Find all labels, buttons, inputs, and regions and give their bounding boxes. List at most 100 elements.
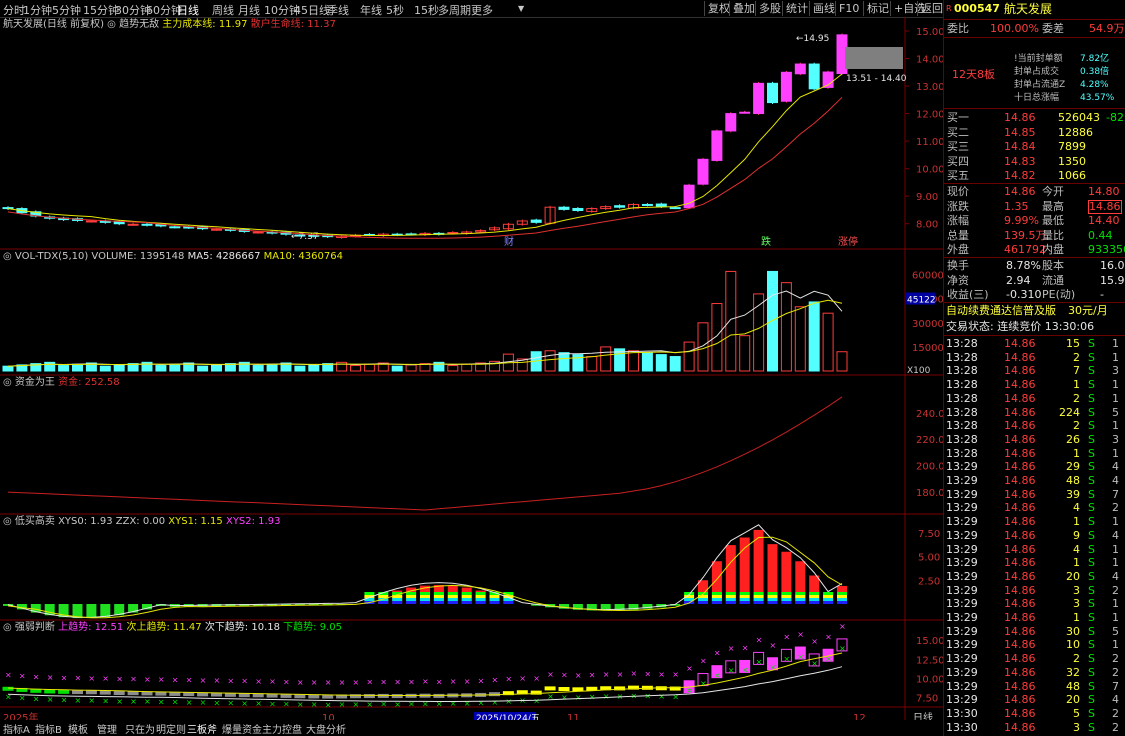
- volume-bar: [558, 352, 570, 372]
- bs-bar-band: [433, 598, 444, 601]
- period-tab-12[interactable]: 年线: [360, 2, 382, 18]
- candle-body: [767, 82, 778, 104]
- toolbar-btn-4[interactable]: 画线: [809, 1, 838, 16]
- toolbar-btn-6[interactable]: 标记: [863, 1, 892, 16]
- promo-link[interactable]: 自动续费通达信普及版: [946, 304, 1056, 318]
- more-arrow-icon[interactable]: ▼: [518, 4, 524, 13]
- bs-bar-band: [475, 595, 486, 598]
- st-cross-up: ×: [227, 676, 234, 685]
- bid-label: 买三: [947, 140, 969, 153]
- candle-body: [614, 205, 626, 208]
- volume-bar: [739, 335, 751, 372]
- st-cross-up: ×: [561, 671, 568, 680]
- bs-bar-band: [378, 601, 389, 604]
- bottom-tab-1[interactable]: 指标B: [35, 725, 62, 736]
- panel-row: 交易状态: 连续竞价 13:30:06: [944, 320, 1125, 334]
- bs-bar-band: [475, 601, 486, 604]
- tick-side: S: [1088, 679, 1095, 693]
- candle-body: [808, 63, 820, 90]
- main-ytick-label: 13.00: [916, 82, 943, 93]
- toolbar-btn-3[interactable]: 统计: [782, 1, 811, 16]
- quote-label: 外盘: [947, 243, 969, 256]
- tick-count: 3: [1112, 364, 1119, 378]
- bs-bar-band: [461, 595, 472, 598]
- bottom-tab-7[interactable]: 爆量资金: [222, 725, 262, 736]
- period-tab-16[interactable]: 更多: [471, 2, 493, 18]
- fund-ytick-label: 200.0: [916, 462, 943, 473]
- volume-bar: [461, 363, 473, 372]
- bottom-tab-2[interactable]: 模板: [68, 725, 88, 736]
- volume-bar: [266, 363, 278, 372]
- tick-count: 1: [1112, 638, 1119, 652]
- panel-row: !当前封单额 7.82亿: [944, 52, 1125, 65]
- tick-side: S: [1088, 597, 1095, 611]
- tick-row: 13:29 14.86 20 S 4: [944, 693, 1125, 706]
- tick-time: 13:28: [946, 391, 978, 405]
- tick-count: 1: [1112, 391, 1119, 405]
- tick-count: 5: [1112, 405, 1119, 419]
- bottom-tab-5[interactable]: 明定则: [156, 725, 186, 736]
- bs-bar-band: [406, 601, 417, 604]
- toolbar-btn-1[interactable]: 叠加: [729, 1, 758, 16]
- period-tab-2[interactable]: 5分钟: [52, 2, 81, 18]
- tick-side: S: [1088, 665, 1095, 679]
- tick-count: 2: [1112, 706, 1119, 720]
- bottom-tab-8[interactable]: 主力控盘: [262, 725, 302, 736]
- period-tab-1[interactable]: 1分钟: [23, 2, 52, 18]
- st-cross-up: ×: [783, 632, 790, 641]
- st-cross-down: ×: [75, 696, 82, 705]
- st-cross-up: ×: [519, 674, 526, 683]
- fund-pane-header: ◎ 资金为王 资金: 252.58: [3, 375, 120, 388]
- tick-count: 5: [1112, 624, 1119, 638]
- bottom-tab-0[interactable]: 指标A: [3, 725, 30, 736]
- main-ytick-label: 15.00: [916, 27, 943, 38]
- st-cross-up: ×: [311, 678, 318, 687]
- toolbar-btn-5[interactable]: F10: [835, 1, 862, 16]
- volume-bar: [447, 365, 459, 372]
- period-tab-10[interactable]: 45日线: [294, 2, 330, 18]
- toolbar-btn-8[interactable]: 返回: [917, 1, 946, 16]
- period-tab-11[interactable]: 季线: [327, 2, 349, 18]
- tick-side: S: [1088, 460, 1095, 474]
- st-cross-up: ×: [33, 672, 40, 681]
- quote-value: 0.44: [1088, 228, 1113, 242]
- bottom-tab-3[interactable]: 管理: [97, 725, 117, 736]
- st-cross-up: ×: [200, 676, 207, 685]
- quote-label: 最低: [1042, 214, 1064, 227]
- period-tab-14[interactable]: 15秒: [414, 2, 439, 18]
- bottom-tab-9[interactable]: 大盘分析: [306, 725, 346, 736]
- cost-line-label: 主力成本线: 11.97: [162, 17, 250, 30]
- candle-body: [572, 207, 584, 212]
- period-tab-6[interactable]: 日线: [177, 2, 199, 18]
- kline-chart-svg[interactable]: 15.00 14.00 13.00 12.00 11.00 10.00 9.00 8.00 13…: [0, 17, 945, 724]
- period-tab-0[interactable]: 分时: [3, 2, 25, 18]
- bs-bar-band: [809, 592, 820, 595]
- st-cross-up: ×: [686, 664, 693, 673]
- bottom-tab-6[interactable]: 三板斧: [187, 725, 217, 736]
- period-tab-15[interactable]: 多周期: [438, 2, 471, 18]
- tick-side: S: [1088, 487, 1095, 501]
- chart-area[interactable]: 15.00 14.00 13.00 12.00 11.00 10.00 9.00 8.00 13…: [0, 17, 945, 724]
- period-tab-8[interactable]: 月线: [238, 2, 260, 18]
- period-tab-3[interactable]: 15分钟: [83, 2, 119, 18]
- tick-count: 3: [1112, 432, 1119, 446]
- tick-time: 13:28: [946, 432, 978, 446]
- bs-bar-band: [447, 598, 458, 601]
- tick-count: 4: [1112, 474, 1119, 487]
- stock-name: 航天发展: [1004, 2, 1053, 16]
- tick-price: 14.86: [1004, 337, 1036, 350]
- bs-bar-down: [100, 604, 111, 618]
- bs-bar-band: [795, 595, 806, 598]
- toolbar-btn-2[interactable]: 多股: [755, 1, 784, 16]
- bs-bar-band: [781, 601, 792, 604]
- bs-bar-band: [767, 601, 778, 604]
- bs-bar-band: [461, 598, 472, 601]
- bs-bar-band: [739, 592, 750, 595]
- period-tab-7[interactable]: 周线: [212, 2, 234, 18]
- bs-bar-band: [795, 592, 806, 595]
- tick-count: 1: [1112, 542, 1119, 556]
- bid-change: -82: [1106, 111, 1124, 124]
- period-tab-13[interactable]: 5秒: [386, 2, 404, 18]
- bottom-tab-4[interactable]: 只在为: [125, 725, 155, 736]
- bs-bar-band: [753, 592, 764, 595]
